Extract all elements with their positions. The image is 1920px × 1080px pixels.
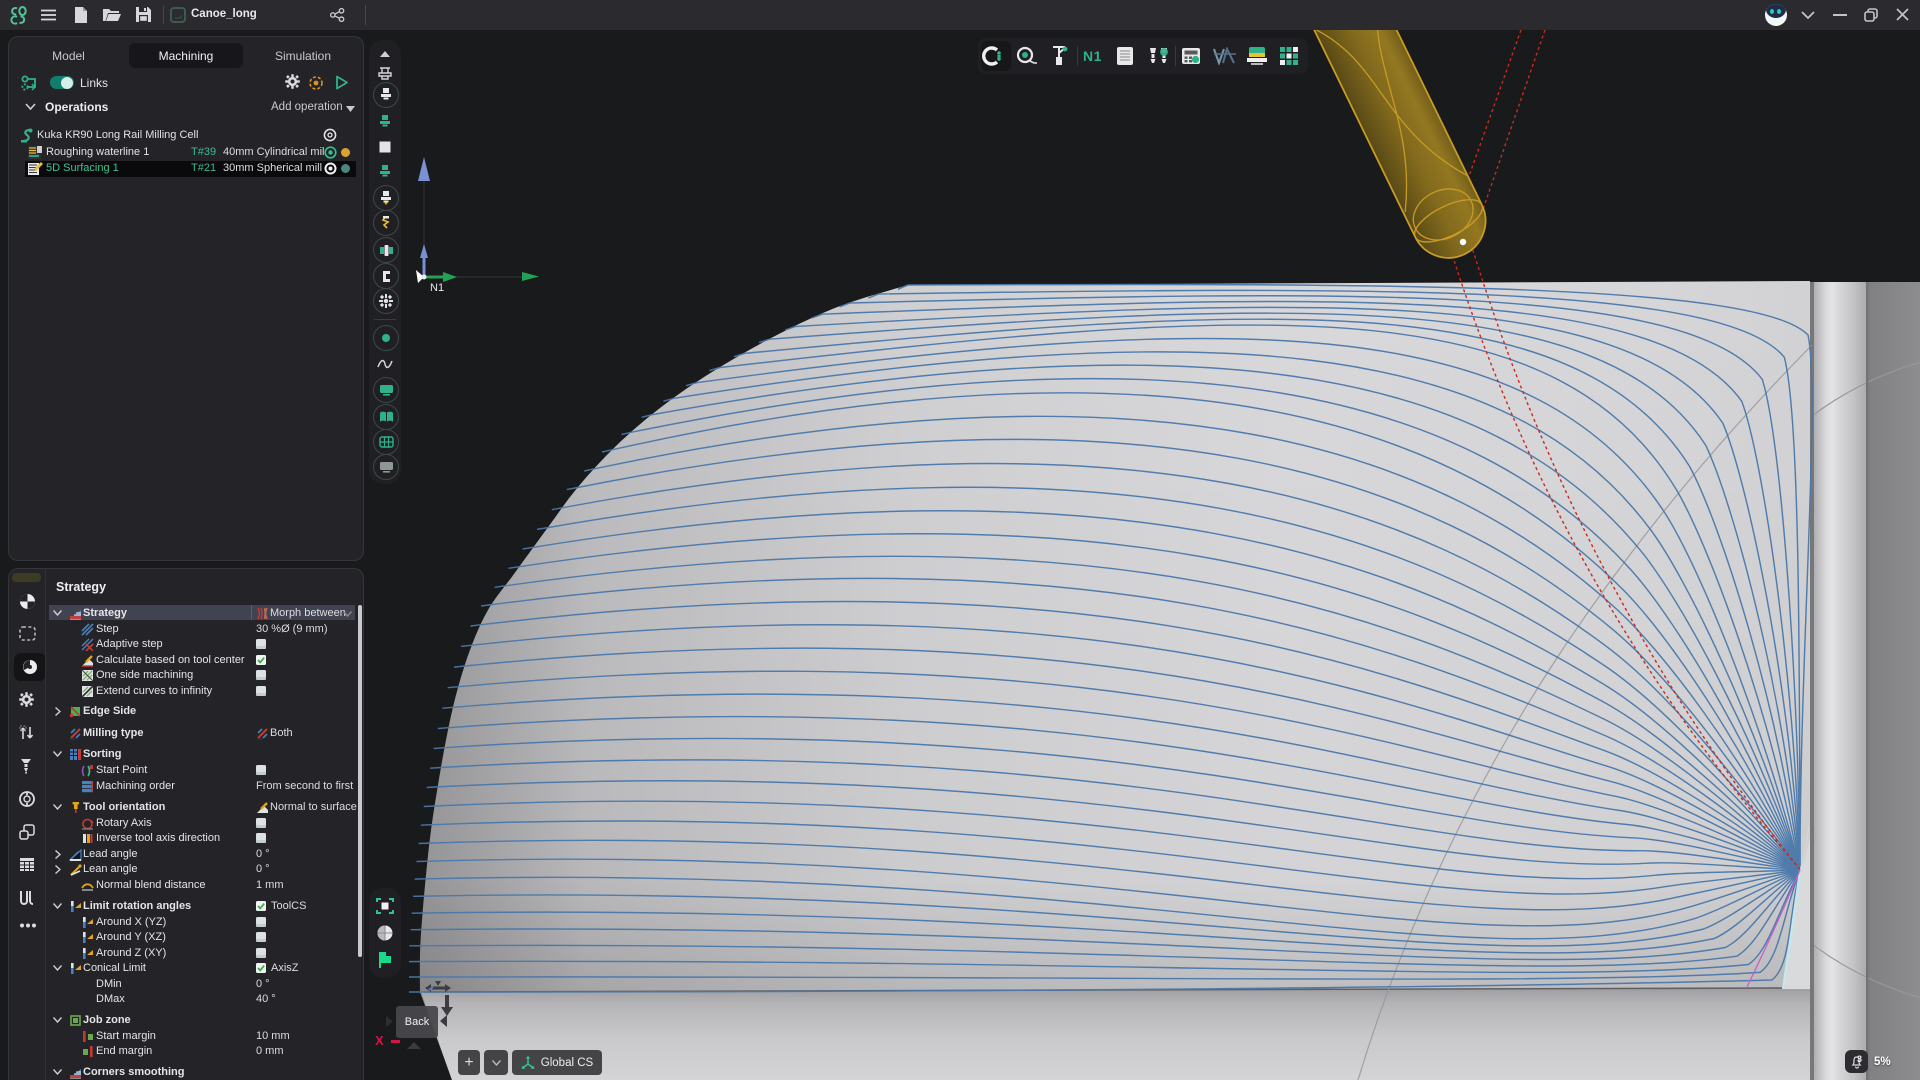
- svg-text:N1: N1: [430, 282, 444, 294]
- svg-text:3: 3: [1857, 1054, 1862, 1064]
